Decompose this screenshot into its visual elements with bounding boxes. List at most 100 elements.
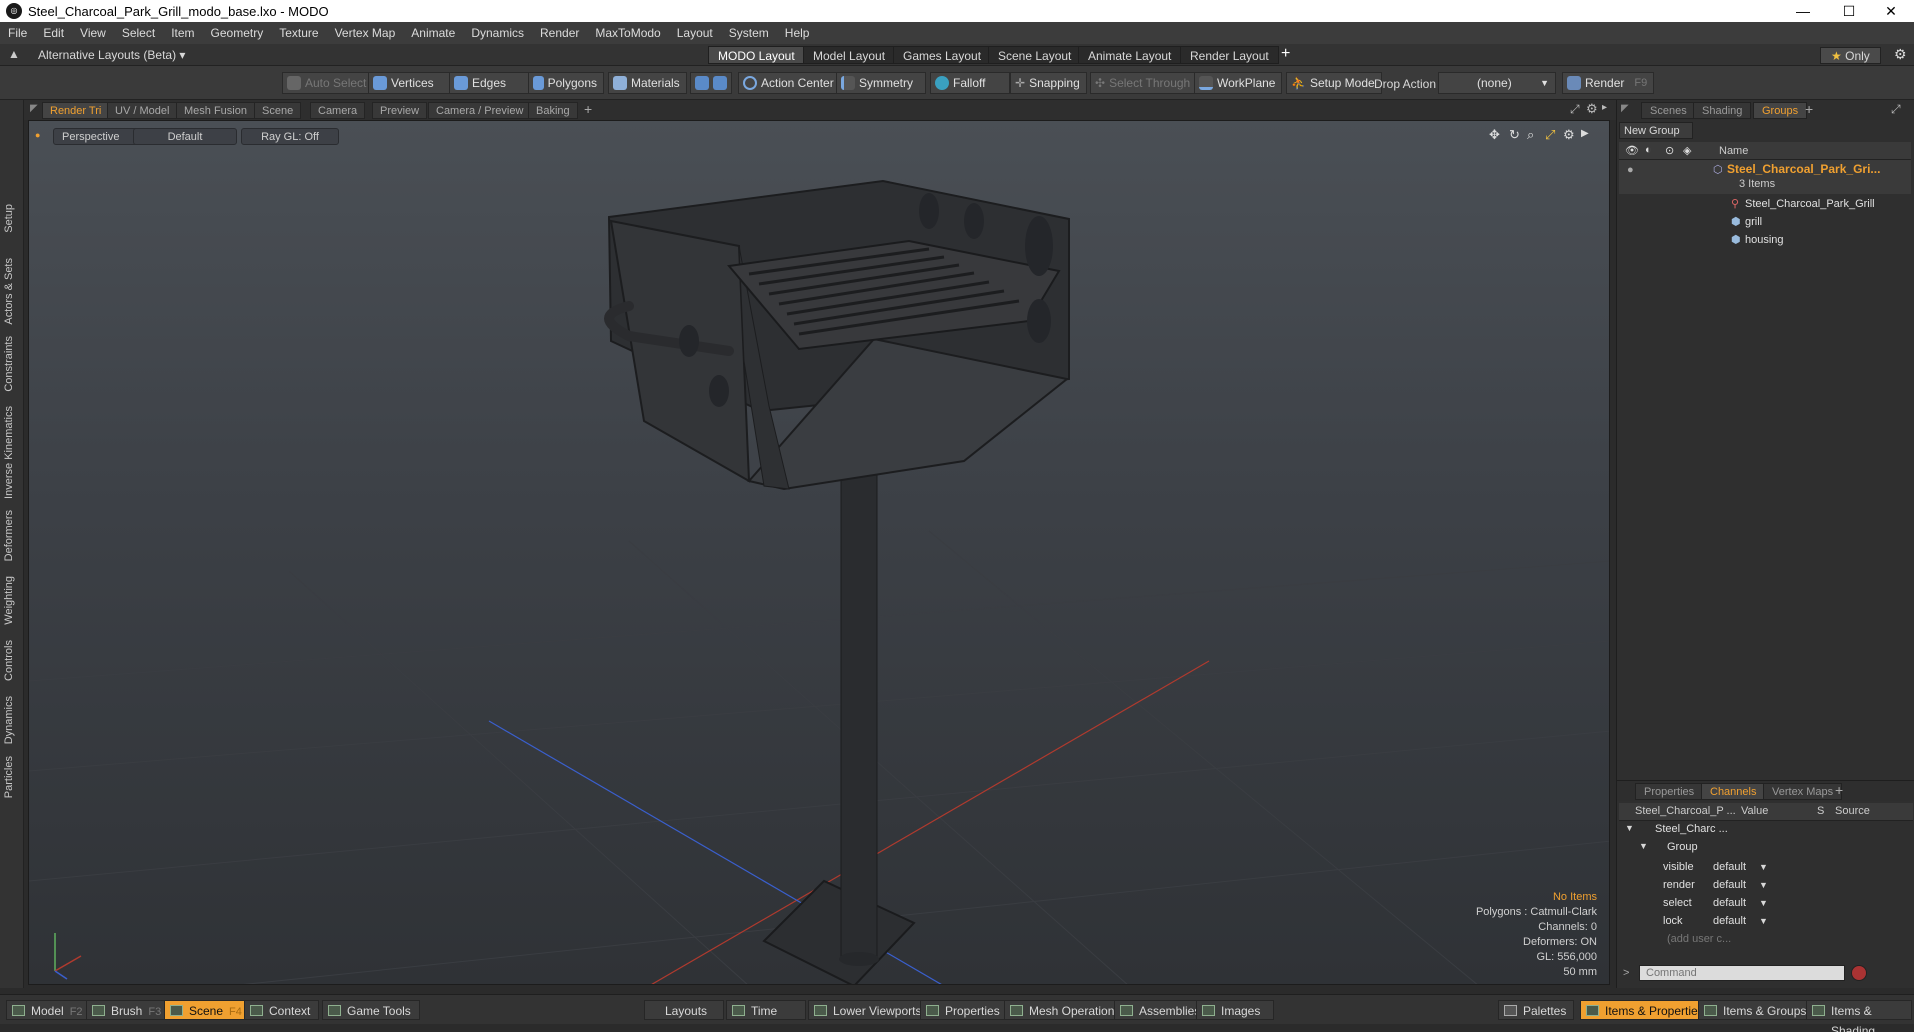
tab-properties[interactable]: Properties <box>1635 783 1704 800</box>
tab-modo-layout[interactable]: MODO Layout <box>708 46 805 64</box>
tab-preview[interactable]: Preview <box>372 102 428 119</box>
action-center-button[interactable]: Action Center <box>738 72 841 94</box>
tab-uv-model[interactable]: UV / Model <box>107 102 178 119</box>
command-input[interactable] <box>1639 965 1845 981</box>
scene-button[interactable]: Scene F4 <box>164 1000 251 1020</box>
panel-corner-icon[interactable]: ◤ <box>1621 103 1629 114</box>
chevron-down-icon[interactable]: ▼ <box>1759 916 1768 926</box>
tab-deformers[interactable]: Deformers <box>3 510 21 561</box>
menu-help[interactable]: Help <box>777 26 818 40</box>
menu-dynamics[interactable]: Dynamics <box>463 26 532 40</box>
tab-constraints[interactable]: Constraints <box>3 336 21 392</box>
tab-games-layout[interactable]: Games Layout <box>893 46 992 64</box>
group-visibility-icon[interactable]: ● <box>1627 164 1634 176</box>
record-icon[interactable] <box>1851 965 1867 981</box>
gear-icon[interactable]: ⚙ <box>1894 46 1907 63</box>
add-layout-icon[interactable]: + <box>1281 45 1290 63</box>
close-icon[interactable]: ✕ <box>1868 0 1914 22</box>
viewport-menu-icon[interactable]: ▸ <box>1602 102 1607 113</box>
chevron-down-icon[interactable]: ▼ <box>1759 880 1768 890</box>
menu-item[interactable]: Item <box>163 26 202 40</box>
palettes-button[interactable]: Palettes <box>1498 1000 1574 1020</box>
tab-groups[interactable]: Groups <box>1753 102 1808 119</box>
3d-viewport[interactable]: ● Perspective Default Ray GL: Off ✥ ↻ ⌕ … <box>28 120 1610 985</box>
panel-expand-icon[interactable]: ⤢ <box>1891 102 1901 117</box>
add-user-channel[interactable]: (add user c... <box>1667 933 1731 945</box>
tab-scene[interactable]: Scene <box>254 102 302 119</box>
new-group-button[interactable]: New Group <box>1619 122 1693 139</box>
tab-setup[interactable]: Setup <box>3 204 21 233</box>
game-tools-button[interactable]: Game Tools <box>322 1000 420 1020</box>
polygons-button[interactable]: Polygons <box>528 72 604 94</box>
menu-select[interactable]: Select <box>114 26 163 40</box>
menu-geometry[interactable]: Geometry <box>203 26 272 40</box>
tab-camera-preview[interactable]: Camera / Preview <box>428 102 532 119</box>
only-button[interactable]: ★ Only <box>1820 47 1881 64</box>
component-mode-button[interactable] <box>690 72 732 94</box>
tab-camera[interactable]: Camera <box>310 102 366 119</box>
symmetry-button[interactable]: Symmetry <box>836 72 926 94</box>
lower-viewports-button[interactable]: Lower Viewports <box>808 1000 931 1020</box>
tab-controls[interactable]: Controls <box>3 640 21 681</box>
materials-button[interactable]: Materials <box>608 72 687 94</box>
tab-render-layout[interactable]: Render Layout <box>1180 46 1279 64</box>
collapse-icon[interactable]: ▲ <box>8 47 20 61</box>
brush-button[interactable]: Brush F3 <box>86 1000 171 1020</box>
maximize-icon[interactable]: ☐ <box>1826 0 1872 22</box>
select-through-button[interactable]: ✣ Select Through <box>1090 72 1198 94</box>
tab-mesh-fusion[interactable]: Mesh Fusion <box>176 102 255 119</box>
expand-icon[interactable]: ⤢ <box>1570 102 1580 117</box>
menu-file[interactable]: File <box>0 26 35 40</box>
channel-row[interactable]: render default ▼ <box>1619 877 1913 895</box>
tab-model-layout[interactable]: Model Layout <box>803 46 896 64</box>
items-groups-button[interactable]: Items & Groups <box>1698 1000 1816 1020</box>
tab-scene-layout[interactable]: Scene Layout <box>988 46 1082 64</box>
vertices-button[interactable]: Vertices <box>368 72 450 94</box>
viewport-gear-icon[interactable]: ⚙ <box>1586 101 1598 117</box>
workplane-button[interactable]: WorkPlane <box>1194 72 1283 94</box>
mesh-operations-button[interactable]: Mesh Operations <box>1004 1000 1130 1020</box>
alternative-layouts-dropdown[interactable]: Alternative Layouts (Beta) ▾ <box>38 48 185 62</box>
falloff-button[interactable]: Falloff <box>930 72 1010 94</box>
minimize-icon[interactable]: — <box>1780 0 1826 22</box>
model-button[interactable]: Model F2 <box>6 1000 92 1020</box>
expand-arrow-icon[interactable]: ▼ <box>1625 823 1634 833</box>
chevron-down-icon[interactable]: ▼ <box>1759 898 1768 908</box>
menu-view[interactable]: View <box>72 26 114 40</box>
menu-layout[interactable]: Layout <box>669 26 721 40</box>
expand-arrow-icon[interactable]: ▼ <box>1639 841 1648 851</box>
items-properties-button[interactable]: Items & Properties <box>1580 1000 1713 1020</box>
edges-button[interactable]: Edges <box>449 72 529 94</box>
layouts-button[interactable]: Layouts <box>644 1000 724 1020</box>
tab-shading[interactable]: Shading <box>1693 102 1752 119</box>
add-tab-icon[interactable]: + <box>584 101 592 117</box>
menu-animate[interactable]: Animate <box>403 26 463 40</box>
items-shading-button[interactable]: Items & Shading <box>1806 1000 1912 1032</box>
render-button[interactable]: Render F9 <box>1562 72 1655 94</box>
tab-dynamics[interactable]: Dynamics <box>3 696 21 744</box>
properties-button[interactable]: Properties <box>920 1000 1009 1020</box>
menu-render[interactable]: Render <box>532 26 587 40</box>
tab-render-tri[interactable]: Render Tri <box>42 102 110 119</box>
corner-icon[interactable]: ◤ <box>30 103 38 114</box>
add-channel-tab-icon[interactable]: + <box>1835 782 1843 798</box>
images-button[interactable]: Images <box>1196 1000 1274 1020</box>
scene-canvas[interactable] <box>29 121 1610 985</box>
snapping-button[interactable]: ✛ Snapping <box>1010 72 1087 94</box>
tab-channels[interactable]: Channels <box>1701 783 1766 800</box>
tab-baking[interactable]: Baking <box>528 102 578 119</box>
menu-maxtomodo[interactable]: MaxToModo <box>587 26 668 40</box>
setup-mode-button[interactable]: ⛹ Setup Mode <box>1286 72 1382 94</box>
tab-inverse-kinematics[interactable]: Inverse Kinematics <box>3 406 21 499</box>
time-button[interactable]: Time <box>726 1000 806 1020</box>
tab-scenes[interactable]: Scenes <box>1641 102 1696 119</box>
grill-model[interactable] <box>604 179 1070 985</box>
channel-value[interactable]: default <box>1713 879 1746 891</box>
tree-item[interactable]: ⬢ grill <box>1619 214 1911 232</box>
auto-select-button[interactable]: Auto Select <box>282 72 374 94</box>
channel-row[interactable]: visible default ▼ <box>1619 859 1913 877</box>
tab-vertex-maps[interactable]: Vertex Maps <box>1763 783 1843 800</box>
tree-item[interactable]: ⚲ Steel_Charcoal_Park_Grill <box>1619 196 1911 214</box>
menu-texture[interactable]: Texture <box>271 26 326 40</box>
channel-row[interactable]: select default ▼ <box>1619 895 1913 913</box>
